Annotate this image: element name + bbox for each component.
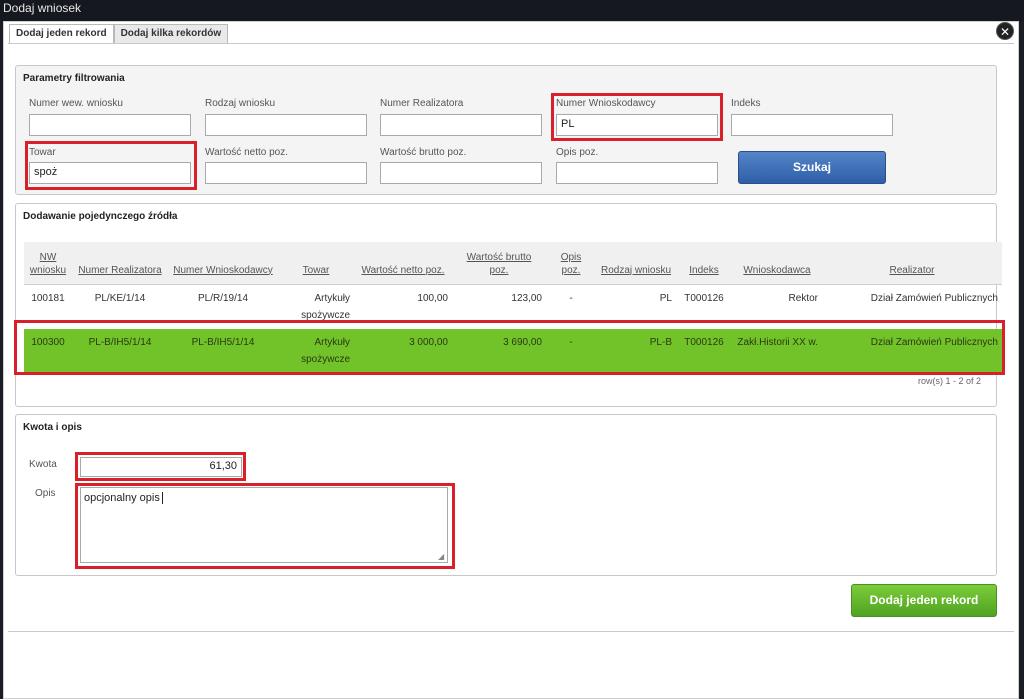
tab-add-multiple[interactable]: Dodaj kilka rekordów [113,24,229,44]
rodzaj-input[interactable] [205,114,367,136]
kwota-highlight [75,452,246,481]
nr-realizatora-label: Numer Realizatora [380,98,464,109]
opis-poz-input[interactable] [556,162,718,184]
nr-wew-input[interactable] [29,114,191,136]
col-numer-wnioskodawcy[interactable]: Numer Wnioskodawcy [168,242,278,285]
col-opis-poz[interactable]: Opis poz. [546,242,596,285]
rows-info: row(s) 1 - 2 of 2 [917,376,981,386]
source-panel: Dodawanie pojedynczego źródła NW wniosku… [15,203,1002,407]
col-indeks[interactable]: Indeks [676,242,732,285]
filter-panel-title: Parametry filtrowania [23,73,125,84]
footer-divider [8,631,1014,632]
indeks-label: Indeks [731,98,761,109]
rodzaj-label: Rodzaj wniosku [205,98,276,109]
add-record-button[interactable]: Dodaj jeden rekord [851,584,997,617]
brutto-input[interactable] [380,162,542,184]
nr-realizatora-input[interactable] [380,114,542,136]
col-wartosc-netto[interactable]: Wartość netto poz. [354,242,452,285]
selected-row-highlight [14,320,1005,375]
tab-bar: Dodaj jeden rekord Dodaj kilka rekordów [9,24,229,44]
filter-panel: Parametry filtrowania Numer wew. wniosku… [15,65,997,195]
brutto-label: Wartość brutto poz. [380,147,467,158]
netto-label: Wartość netto poz. [205,147,288,158]
opis-label: Opis [35,488,56,499]
opis-highlight [75,483,455,569]
col-realizator[interactable]: Realizator [822,242,1002,285]
kwota-label: Kwota [29,459,57,470]
col-rodzaj-wniosku[interactable]: Rodzaj wniosku [596,242,676,285]
nr-wnioskodawcy-highlight [551,93,723,141]
nr-wew-label: Numer wew. wniosku [29,98,123,109]
dialog: ✕ Dodaj jeden rekord Dodaj kilka rekordó… [3,21,1019,699]
towar-highlight [25,141,197,190]
tab-add-single[interactable]: Dodaj jeden rekord [9,24,114,44]
col-towar[interactable]: Towar [278,242,354,285]
amount-panel: Kwota i opis Kwota 61,30 Opis opcjonalny… [15,414,997,576]
window-title: Dodaj wniosek [0,0,1024,21]
close-icon[interactable]: ✕ [996,22,1014,40]
table-header-row: NW wniosku Numer Realizatora Numer Wnios… [24,242,1002,285]
netto-input[interactable] [205,162,367,184]
indeks-input[interactable] [731,114,893,136]
source-panel-title: Dodawanie pojedynczego źródła [23,211,178,222]
col-numer-realizatora[interactable]: Numer Realizatora [72,242,168,285]
tab-divider [8,43,1014,44]
amount-panel-title: Kwota i opis [23,422,82,433]
col-wartosc-brutto[interactable]: Wartość brutto poz. [452,242,546,285]
opis-poz-label: Opis poz. [556,147,599,158]
search-button[interactable]: Szukaj [738,151,886,184]
col-wnioskodawca[interactable]: Wnioskodawca [732,242,822,285]
col-nw-wniosku[interactable]: NW wniosku [24,242,72,285]
